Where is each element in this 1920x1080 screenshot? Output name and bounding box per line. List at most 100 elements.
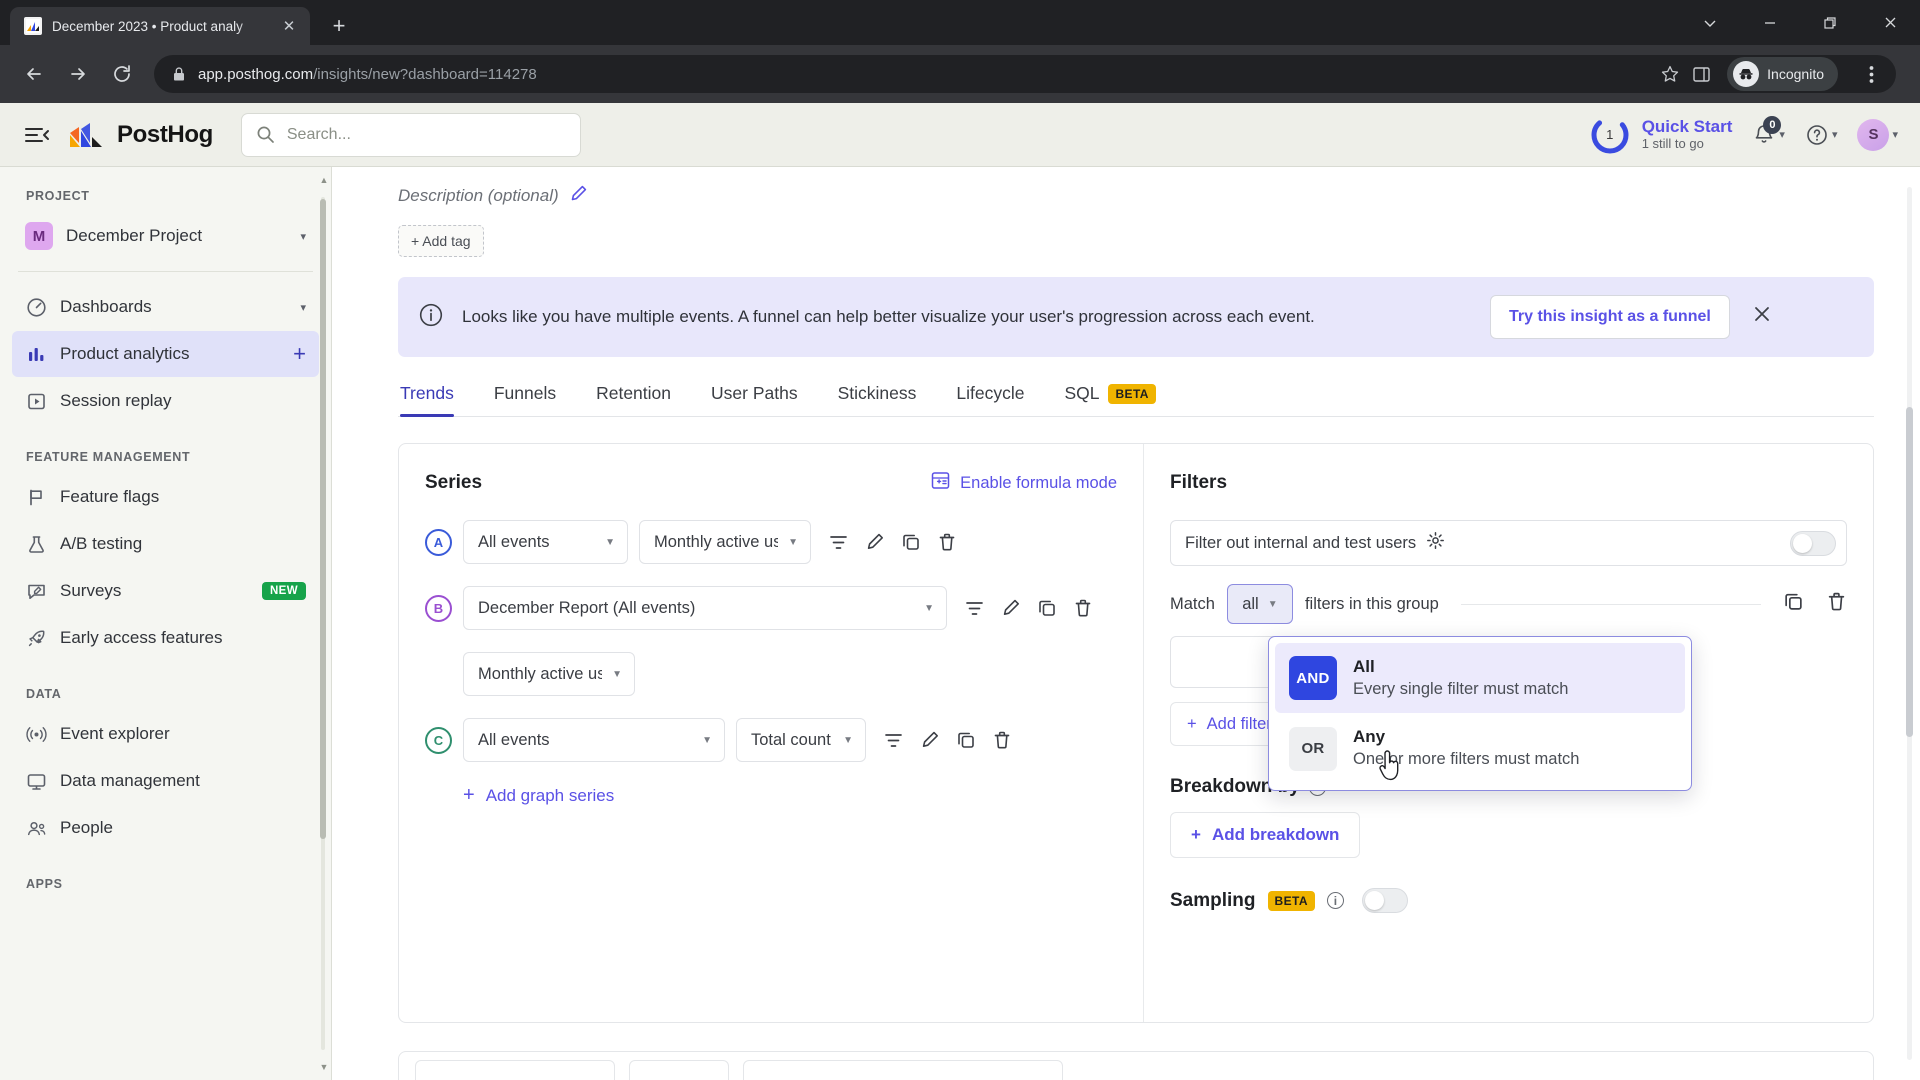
series-metric-select-c[interactable]: Total count ▼ — [736, 718, 866, 762]
scroll-up-arrow-icon[interactable]: ▲ — [319, 175, 329, 185]
sidebar-item-people[interactable]: People — [12, 805, 319, 851]
sidebar-item-surveys[interactable]: Surveys NEW — [12, 568, 319, 614]
main-scrollbar[interactable] — [1905, 167, 1915, 1080]
side-panel-icon[interactable] — [1692, 65, 1711, 84]
tab-sql[interactable]: SQL BETA — [1064, 383, 1156, 416]
series-event-select-c[interactable]: All events ▼ — [463, 718, 725, 762]
filter-icon[interactable] — [964, 598, 985, 619]
posthog-app: PostHog Search... 1 Quick Start 1 still … — [0, 103, 1920, 1080]
trash-icon[interactable] — [1073, 598, 1093, 618]
sidebar-item-label: Early access features — [60, 628, 223, 647]
sidebar-item-feature-flags[interactable]: Feature flags — [12, 474, 319, 520]
sidebar-item-session-replay[interactable]: Session replay — [12, 378, 319, 424]
filter-icon[interactable] — [883, 730, 904, 751]
scrollbar-thumb[interactable] — [320, 199, 326, 839]
sidebar-section-feature-management: FEATURE MANAGEMENT — [26, 450, 191, 464]
star-icon[interactable] — [1660, 64, 1680, 84]
hamburger-icon[interactable] — [22, 120, 52, 150]
internal-users-filter[interactable]: Filter out internal and test users — [1170, 520, 1847, 566]
sidebar-item-product-analytics[interactable]: Product analytics + — [12, 331, 319, 377]
sidebar-item-label: Data management — [60, 771, 200, 790]
tab-trends[interactable]: Trends — [400, 383, 454, 417]
kebab-menu-icon[interactable] — [1854, 57, 1888, 91]
pencil-icon[interactable] — [569, 184, 588, 208]
tab-user-paths[interactable]: User Paths — [711, 383, 798, 416]
back-icon[interactable] — [14, 54, 54, 94]
add-graph-series-button[interactable]: + Add graph series — [463, 784, 614, 807]
chevron-down-icon[interactable]: ▾ — [300, 301, 306, 314]
trash-icon[interactable] — [992, 730, 1012, 750]
series-metric-select-b[interactable]: Monthly active users ▼ — [463, 652, 635, 696]
pencil-icon[interactable] — [920, 730, 940, 750]
pencil-icon[interactable] — [1001, 598, 1021, 618]
duplicate-icon[interactable] — [956, 730, 976, 750]
posthog-logo[interactable]: PostHog — [68, 119, 213, 151]
match-type-select[interactable]: all ▼ — [1226, 584, 1293, 624]
scroll-down-arrow-icon[interactable]: ▼ — [319, 1062, 329, 1072]
scrollbar-thumb[interactable] — [1906, 407, 1913, 737]
address-bar[interactable]: app.posthog.com/insights/new?dashboard=1… — [154, 55, 1896, 93]
chevron-down-icon[interactable]: ▾ — [300, 230, 306, 243]
try-funnel-button[interactable]: Try this insight as a funnel — [1490, 295, 1730, 339]
interval-select[interactable] — [629, 1060, 729, 1080]
reload-icon[interactable] — [102, 54, 142, 94]
filter-icon[interactable] — [828, 532, 849, 553]
add-breakdown-button[interactable]: + Add breakdown — [1170, 812, 1361, 858]
select-value: Monthly active users — [654, 532, 779, 551]
new-tab-icon[interactable]: + — [322, 9, 356, 43]
match-type-dropdown[interactable]: AND All Every single filter must match O… — [1268, 636, 1692, 791]
incognito-indicator[interactable]: Incognito — [1727, 57, 1838, 91]
tab-label: SQL — [1064, 383, 1100, 403]
forward-icon[interactable] — [58, 54, 98, 94]
close-icon[interactable] — [1860, 0, 1920, 45]
gear-icon[interactable] — [1426, 531, 1445, 555]
series-metric-select-a[interactable]: Monthly active users ▼ — [639, 520, 811, 564]
tab-stickiness[interactable]: Stickiness — [838, 383, 917, 416]
tab-funnels[interactable]: Funnels — [494, 383, 556, 416]
dropdown-option-all[interactable]: AND All Every single filter must match — [1275, 643, 1685, 714]
user-menu[interactable]: S ▾ — [1857, 118, 1898, 151]
dropdown-option-any[interactable]: OR Any One or more filters must match — [1275, 713, 1685, 783]
sidebar-item-label: December Project — [66, 226, 203, 245]
search-input[interactable]: Search... — [240, 112, 581, 157]
chevron-down-icon: ▼ — [612, 668, 622, 680]
new-insight-plus-icon[interactable]: + — [293, 343, 306, 365]
close-icon[interactable] — [1752, 304, 1772, 330]
sidebar-item-early-access-features[interactable]: Early access features — [12, 615, 319, 661]
series-event-select-a[interactable]: All events ▼ — [463, 520, 628, 564]
info-icon[interactable]: i — [1326, 892, 1344, 909]
tab-lifecycle[interactable]: Lifecycle — [956, 383, 1024, 416]
sidebar-item-dashboards[interactable]: Dashboards ▾ — [12, 284, 319, 330]
series-event-select-b[interactable]: December Report (All events) ▼ — [463, 586, 947, 630]
tab-close-icon[interactable]: ✕ — [278, 15, 300, 37]
chart-type-select[interactable] — [743, 1060, 1063, 1080]
minimize-icon[interactable] — [1740, 0, 1800, 45]
series-badge-a: A — [425, 528, 452, 556]
description-row[interactable]: Description (optional) — [398, 181, 1874, 211]
sidebar-item-data-management[interactable]: Data management — [12, 758, 319, 804]
help-button[interactable]: ▾ — [1805, 123, 1837, 147]
tab-retention[interactable]: Retention — [596, 383, 671, 416]
select-value: All events — [478, 730, 550, 749]
add-tag-button[interactable]: + Add tag — [398, 225, 484, 257]
sidebar-scrollbar[interactable]: ▲ ▼ — [319, 167, 329, 1080]
quick-start-button[interactable]: 1 Quick Start 1 still to go — [1589, 114, 1732, 156]
restore-icon[interactable] — [1800, 0, 1860, 45]
sidebar-item-event-explorer[interactable]: Event explorer — [12, 711, 319, 757]
chevron-down-icon[interactable] — [1680, 0, 1740, 45]
duplicate-icon[interactable] — [1037, 598, 1057, 618]
date-range-select[interactable] — [415, 1060, 615, 1080]
notifications-button[interactable]: 0 ▾ — [1752, 115, 1785, 147]
trash-icon[interactable] — [1826, 591, 1847, 617]
sidebar-item-ab-testing[interactable]: A/B testing — [12, 521, 319, 567]
sampling-toggle[interactable] — [1361, 888, 1408, 913]
sidebar-item-december-project[interactable]: M December Project ▾ — [12, 213, 319, 259]
duplicate-icon[interactable] — [901, 532, 921, 552]
trash-icon[interactable] — [937, 532, 957, 552]
pencil-icon[interactable] — [865, 532, 885, 552]
browser-tab[interactable]: December 2023 • Product analy ✕ — [10, 7, 310, 45]
duplicate-icon[interactable] — [1783, 591, 1804, 617]
internal-users-filter-toggle[interactable] — [1790, 530, 1836, 556]
enable-formula-mode-button[interactable]: Enable formula mode — [930, 470, 1117, 496]
sidebar-item-label: Surveys — [60, 581, 122, 600]
